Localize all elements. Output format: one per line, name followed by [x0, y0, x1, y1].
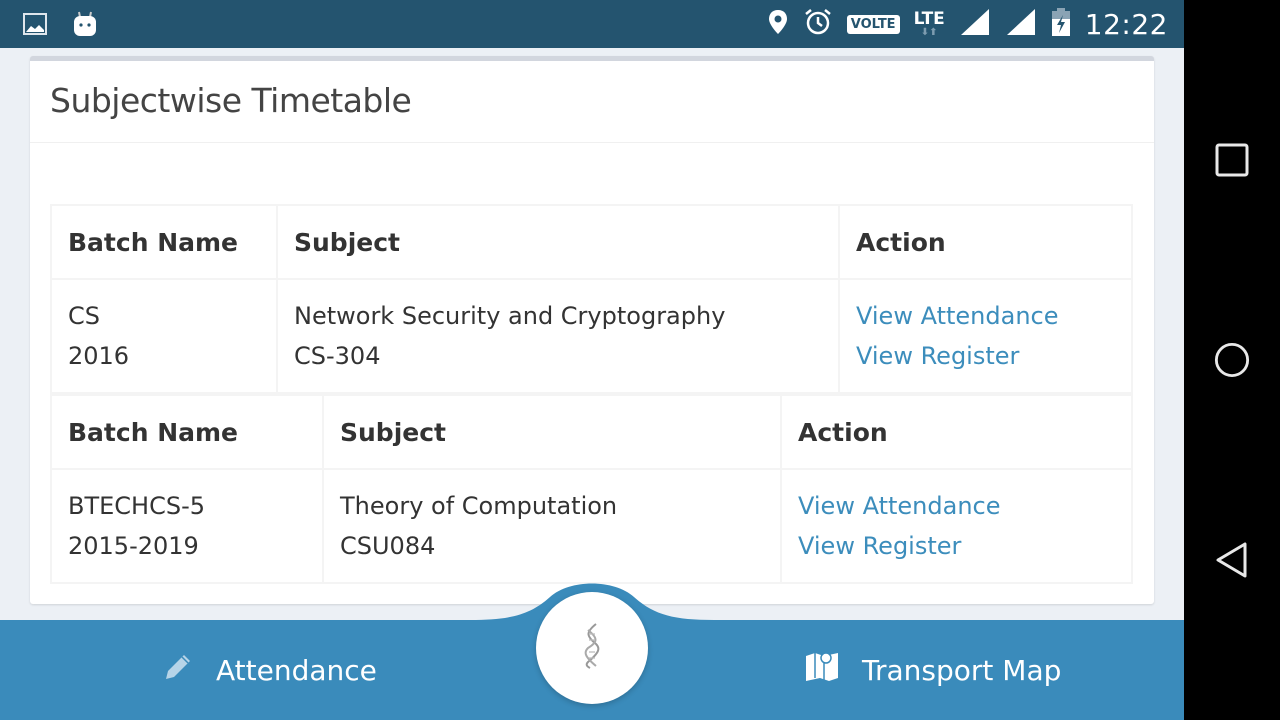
battery-charging-icon: [1051, 7, 1071, 42]
circle-icon: [1214, 342, 1250, 378]
lte-icon: LTE ⬇⬆: [913, 8, 945, 38]
status-bar: VOLTE LTE ⬇⬆ 12:22: [0, 0, 1184, 48]
subject-code: CSU084: [340, 532, 436, 560]
android-icon: [72, 10, 98, 43]
center-fab-button[interactable]: [536, 592, 648, 704]
map-icon: [804, 650, 840, 691]
timetable-card: Subjectwise Timetable Batch Name Subject…: [30, 56, 1154, 604]
view-attendance-link[interactable]: View Attendance: [798, 486, 1115, 526]
action-cell: View Attendance View Register: [780, 468, 1133, 584]
header-subject: Subject: [276, 204, 840, 280]
header-batch-name: Batch Name: [50, 394, 324, 470]
header-action: Action: [838, 204, 1133, 280]
triangle-back-icon: [1216, 542, 1247, 578]
batch-name: CS: [68, 302, 100, 330]
batch-cell: BTECHCS-5 2015-2019: [50, 468, 324, 584]
subject-cell: Theory of Computation CSU084: [322, 468, 782, 584]
table-row: CS 2016 Network Security and Cryptograph…: [50, 278, 1133, 394]
view-register-link[interactable]: View Register: [856, 336, 1115, 376]
back-button[interactable]: [1214, 542, 1250, 578]
header-action: Action: [780, 394, 1133, 470]
system-navigation-bar: [1184, 0, 1280, 720]
clock: 12:22: [1084, 7, 1168, 41]
view-register-link[interactable]: View Register: [798, 526, 1115, 566]
subject-name: Network Security and Cryptography: [294, 302, 726, 330]
table-row: BTECHCS-5 2015-2019 Theory of Computatio…: [50, 468, 1133, 584]
page-title: Subjectwise Timetable: [50, 81, 412, 120]
transport-map-label: Transport Map: [862, 653, 1062, 687]
signal-icon: [1005, 7, 1037, 42]
header-batch-name: Batch Name: [50, 204, 278, 280]
image-icon: [22, 11, 48, 42]
view-attendance-link[interactable]: View Attendance: [856, 296, 1115, 336]
location-icon: [767, 8, 789, 41]
alarm-icon: [803, 7, 833, 42]
table-header-row: Batch Name Subject Action: [50, 204, 1133, 280]
volte-icon: VOLTE: [846, 14, 900, 34]
batch-year: 2016: [68, 342, 130, 370]
batch-year: 2015-2019: [68, 532, 199, 560]
timetable-table: Batch Name Subject Action CS 2016 Networ…: [50, 204, 1133, 394]
header-subject: Subject: [322, 394, 782, 470]
table-header-row: Batch Name Subject Action: [50, 394, 1133, 470]
data-arrows-icon: ⬇⬆: [920, 26, 938, 38]
attendance-label: Attendance: [216, 653, 377, 687]
attendance-tab[interactable]: Attendance: [162, 620, 377, 720]
batch-cell: CS 2016: [50, 278, 278, 394]
dna-icon: [582, 622, 602, 675]
square-icon: [1215, 143, 1249, 177]
recents-button[interactable]: [1214, 142, 1250, 178]
timetable-table: Batch Name Subject Action BTECHCS-5 2015…: [50, 394, 1133, 584]
subject-cell: Network Security and Cryptography CS-304: [276, 278, 840, 394]
pencil-icon: [162, 651, 194, 690]
subject-name: Theory of Computation: [340, 492, 618, 520]
signal-icon: [959, 7, 991, 42]
transport-map-tab[interactable]: Transport Map: [804, 620, 1061, 720]
subject-code: CS-304: [294, 342, 381, 370]
batch-name: BTECHCS-5: [68, 492, 206, 520]
home-button[interactable]: [1214, 342, 1250, 378]
lte-label: LTE: [913, 8, 945, 29]
card-header: Subjectwise Timetable: [30, 61, 1154, 143]
action-cell: View Attendance View Register: [838, 278, 1133, 394]
